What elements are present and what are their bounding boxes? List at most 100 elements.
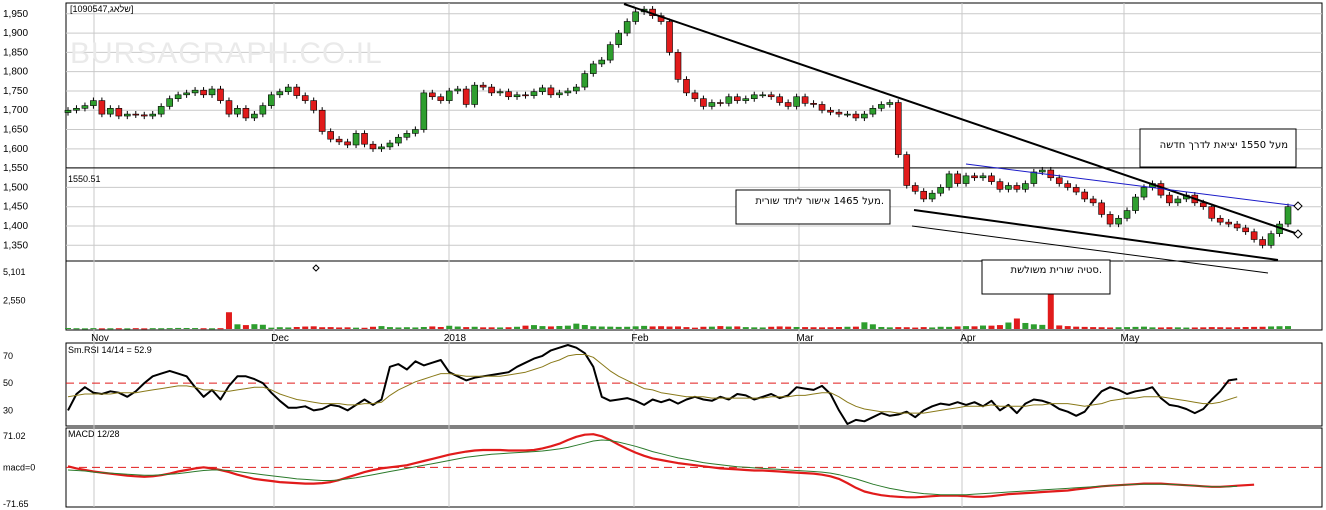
candle-body	[217, 88, 224, 101]
candle-body	[869, 108, 877, 115]
volume-bar	[861, 322, 868, 329]
volume-bar	[810, 327, 817, 329]
candle-body	[1081, 191, 1088, 200]
volume-bar	[819, 327, 826, 329]
candle-body	[988, 175, 995, 182]
candle-body	[674, 52, 682, 80]
volume-bar	[192, 328, 199, 330]
volume-bar	[827, 327, 834, 329]
volume-bar	[1191, 327, 1198, 329]
volume-bar	[852, 326, 859, 329]
candle-body	[234, 108, 241, 115]
candle-body	[454, 88, 462, 92]
candle-body	[547, 87, 555, 96]
candle-body	[140, 114, 148, 117]
candle-body	[937, 187, 944, 194]
volume-bar	[929, 327, 936, 329]
candle-body	[666, 21, 673, 53]
volume-bar	[412, 327, 419, 329]
volume-bar	[285, 327, 292, 329]
candle-body	[1064, 183, 1072, 188]
indicator-tick-label: -71.65	[3, 499, 29, 509]
candle-body	[623, 21, 631, 34]
candle-body	[208, 88, 216, 96]
candle-body	[734, 96, 741, 101]
candle-body	[522, 94, 529, 97]
volume-bar	[1200, 327, 1207, 329]
volume-bar	[615, 326, 622, 329]
indicator-tick-label: 50	[3, 378, 13, 388]
volume-bar	[158, 328, 165, 330]
candle-body	[530, 91, 538, 96]
annotation-divergence: סטיה שורית משולשת.	[981, 259, 1111, 295]
volume-bar	[564, 325, 571, 329]
volume-bar	[1013, 318, 1020, 329]
volume-bar	[547, 326, 554, 329]
candle-body	[539, 87, 546, 93]
volume-bar	[1056, 325, 1063, 329]
candle-body	[767, 94, 775, 98]
candle-body	[1123, 210, 1131, 219]
candle-body	[1055, 177, 1063, 184]
volume-bar	[675, 326, 681, 329]
candle-body	[928, 192, 936, 200]
volume-bar	[590, 326, 597, 329]
candle-body	[818, 104, 826, 111]
candle-body	[496, 91, 504, 94]
candle-body	[259, 105, 267, 115]
candle-body	[310, 100, 317, 111]
candle-body	[1267, 233, 1275, 246]
candle-body	[183, 92, 190, 96]
candle-body	[327, 131, 334, 140]
volume-bar	[717, 326, 724, 329]
candle-body	[1242, 227, 1249, 233]
candle-body	[1174, 198, 1182, 204]
macd-title: MACD 12/28	[68, 429, 120, 439]
candle-body	[581, 73, 589, 88]
volume-bar	[963, 326, 970, 329]
volume-bar	[98, 328, 105, 330]
volume-bar	[73, 328, 80, 330]
candle-body	[98, 100, 106, 115]
month-label: Dec	[271, 333, 289, 344]
volume-bar	[259, 324, 266, 329]
candle-body	[784, 102, 792, 107]
volume-bar	[844, 326, 851, 329]
candle-body	[691, 92, 699, 99]
volume-bar	[1268, 326, 1275, 329]
volume-bar	[1039, 324, 1046, 329]
volume-bar	[65, 327, 71, 329]
volume-bar	[988, 325, 995, 329]
candle-body	[1250, 231, 1258, 240]
volume-bar	[454, 326, 461, 329]
price-tick-label: 1,350	[3, 240, 28, 251]
volume-bar	[209, 328, 216, 330]
candle-body	[318, 109, 326, 132]
month-label: Feb	[631, 333, 649, 344]
candle-body	[1098, 202, 1105, 215]
candle-body	[157, 106, 165, 115]
volume-bar	[996, 325, 1003, 329]
volume-bar	[488, 327, 495, 329]
candle-body	[378, 146, 385, 150]
candle-body	[810, 102, 817, 105]
volume-bar	[1081, 326, 1088, 329]
volume-bar	[480, 327, 487, 329]
candle-body	[174, 94, 182, 99]
candle-body	[717, 102, 724, 104]
candle-body	[725, 96, 733, 104]
candle-body	[903, 154, 911, 186]
volume-bar	[175, 327, 182, 329]
candle-body	[268, 94, 275, 106]
volume-bar	[742, 327, 749, 329]
volume-bar	[242, 325, 249, 329]
volume-bar	[980, 325, 986, 329]
volume-bar	[954, 326, 961, 329]
volume-bar	[708, 326, 715, 329]
price-tick-label: 1,450	[3, 202, 28, 213]
volume-bar	[1149, 327, 1156, 329]
volume-bar	[149, 328, 156, 330]
candle-body	[835, 111, 843, 115]
volume-bar	[802, 327, 809, 329]
candle-body	[420, 92, 428, 130]
